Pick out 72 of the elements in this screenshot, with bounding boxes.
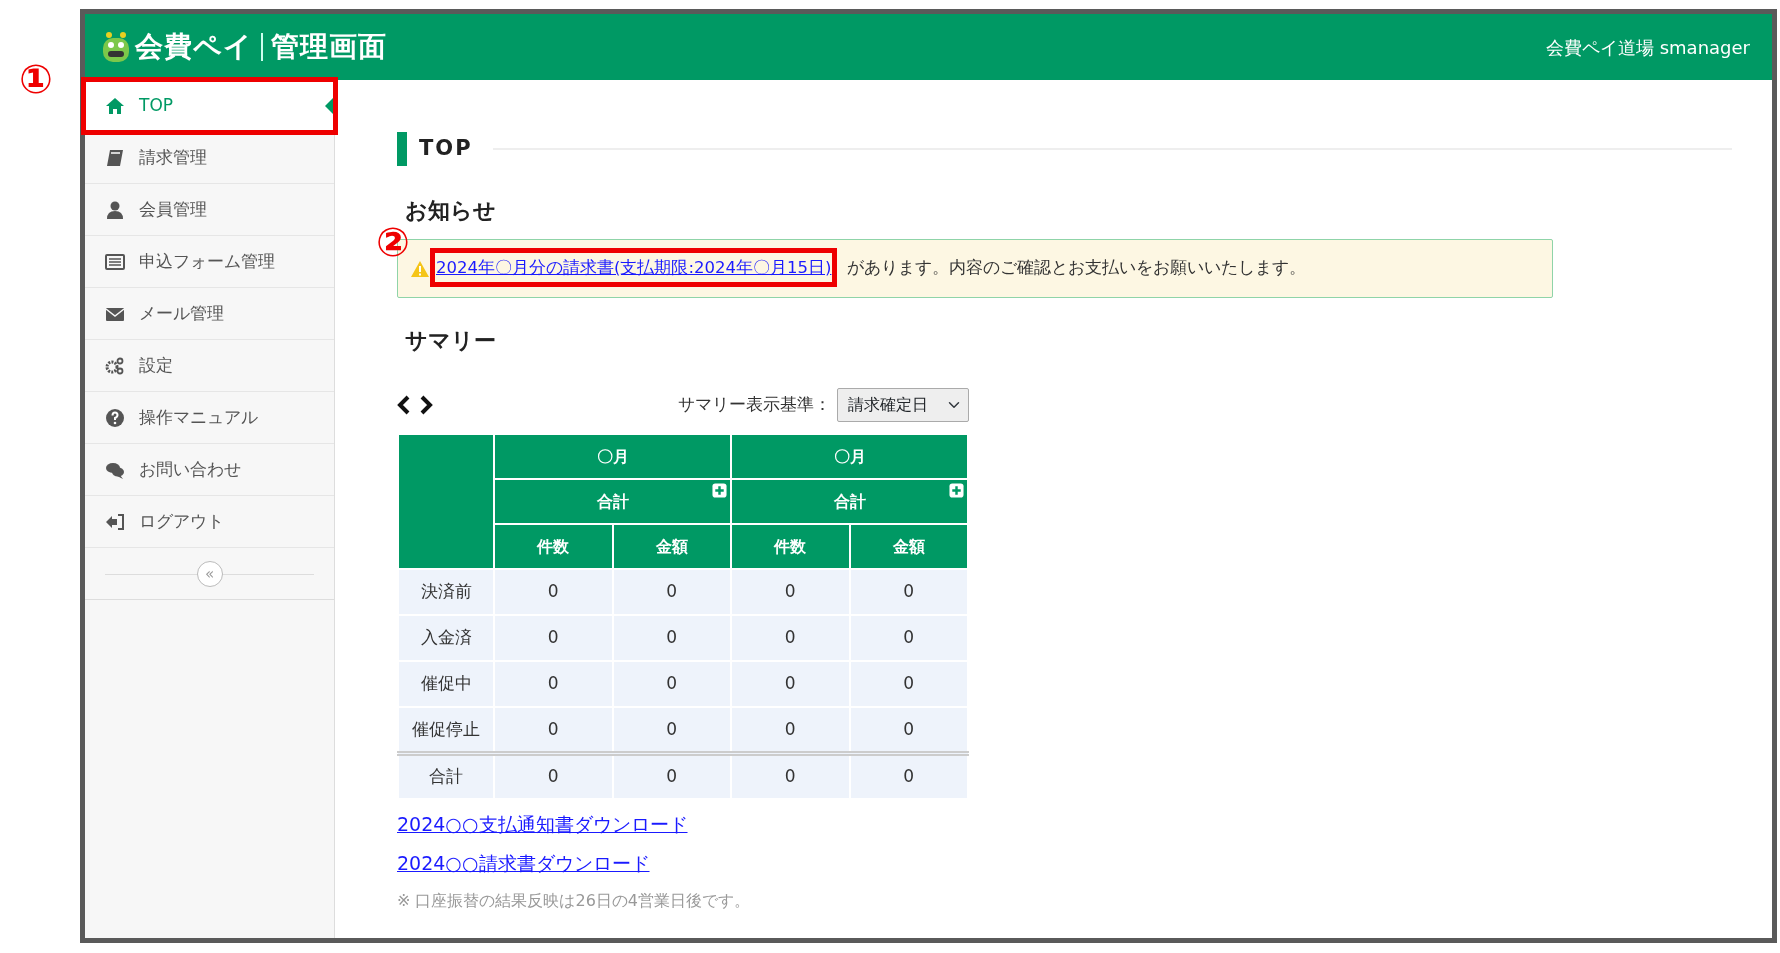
title-accent-bar (397, 132, 407, 166)
row-label: 催促停止 (398, 707, 494, 753)
sidebar-item[interactable]: メール管理 (85, 288, 334, 340)
row-label: 合計 (398, 753, 494, 799)
month-header: 〇月 (731, 434, 968, 479)
sidebar-item[interactable]: 設定 (85, 340, 334, 392)
table-cell: 0 (849, 707, 968, 753)
table-cell: 0 (731, 615, 850, 661)
book-icon (105, 147, 125, 168)
user-icon (105, 199, 125, 220)
row-label: 入金済 (398, 615, 494, 661)
sidebar-item[interactable]: TOP (85, 80, 334, 132)
download-link[interactable]: 2024○○支払通知書ダウンロード (397, 810, 688, 839)
expand-icon[interactable] (949, 483, 964, 498)
summary-basis-select[interactable]: 請求確定日 (837, 388, 969, 422)
table-cell: 0 (612, 569, 731, 615)
table-cell: 0 (612, 753, 731, 799)
table-cell: 0 (494, 661, 613, 707)
table-cell: 0 (494, 707, 613, 753)
home-icon (105, 95, 125, 116)
table-cell: 0 (494, 569, 613, 615)
table-cell: 0 (731, 569, 850, 615)
annotation-number: ① (19, 59, 53, 99)
row-label: 決済前 (398, 569, 494, 615)
warning-icon (410, 259, 430, 278)
notice-text: があります。内容のご確認とお支払いをお願いいたします。 (847, 257, 1307, 280)
sidebar-item[interactable]: お問い合わせ (85, 444, 334, 496)
table-cell: 0 (731, 661, 850, 707)
sidebar-item[interactable]: 申込フォーム管理 (85, 236, 334, 288)
table-cell: 0 (731, 753, 850, 799)
sidebar-item[interactable]: 操作マニュアル (85, 392, 334, 444)
page-title: TOP (419, 135, 473, 163)
section-heading: お知らせ (405, 197, 497, 225)
form-icon (105, 251, 125, 272)
logo-subtitle: 管理画面 (271, 29, 387, 65)
table-cell: 0 (494, 753, 613, 799)
summary-basis-label: サマリー表示基準： (678, 393, 831, 417)
notice-link[interactable]: 2024年〇月分の請求書(支払期限:2024年〇月15日) (436, 258, 832, 278)
table-cell: 0 (494, 615, 613, 661)
column-header: 件数 (494, 524, 613, 569)
row-label: 催促中 (398, 661, 494, 707)
table-cell: 0 (612, 707, 731, 753)
mascot-logo-icon (101, 31, 131, 63)
gears-icon (105, 355, 125, 376)
chevron-left-icon[interactable] (397, 395, 411, 415)
table-cell: 0 (849, 753, 968, 799)
column-header: 金額 (849, 524, 968, 569)
sidebar-item[interactable]: 請求管理 (85, 132, 334, 184)
table-cell: 0 (849, 569, 968, 615)
logo-text: 会費ペイ (135, 29, 253, 65)
download-link[interactable]: 2024○○請求書ダウンロード (397, 848, 650, 877)
sidebar-item[interactable]: 会員管理 (85, 184, 334, 236)
chevron-right-icon[interactable] (419, 395, 433, 415)
table-cell: 0 (612, 661, 731, 707)
account-name[interactable]: 会費ペイ道場 smanager (1546, 33, 1750, 61)
expand-icon[interactable] (712, 483, 727, 498)
table-cell: 0 (612, 615, 731, 661)
month-header: 〇月 (494, 434, 731, 479)
table-cell: 0 (849, 615, 968, 661)
sidebar-item[interactable]: ログアウト (85, 496, 334, 548)
active-indicator-icon (325, 97, 334, 115)
help-icon (105, 407, 125, 428)
note-text: ※ 口座振替の結果反映は26日の4営業日後です。 (397, 890, 752, 912)
section-heading: サマリー (405, 327, 497, 355)
column-header: 金額 (612, 524, 731, 569)
table-cell: 0 (849, 661, 968, 707)
subtotal-label: 合計 (596, 491, 629, 511)
annotation-number: ② (376, 222, 410, 263)
logout-icon (105, 511, 125, 532)
subtotal-label: 合計 (833, 491, 866, 511)
table-cell: 0 (731, 707, 850, 753)
column-header: 件数 (731, 524, 850, 569)
